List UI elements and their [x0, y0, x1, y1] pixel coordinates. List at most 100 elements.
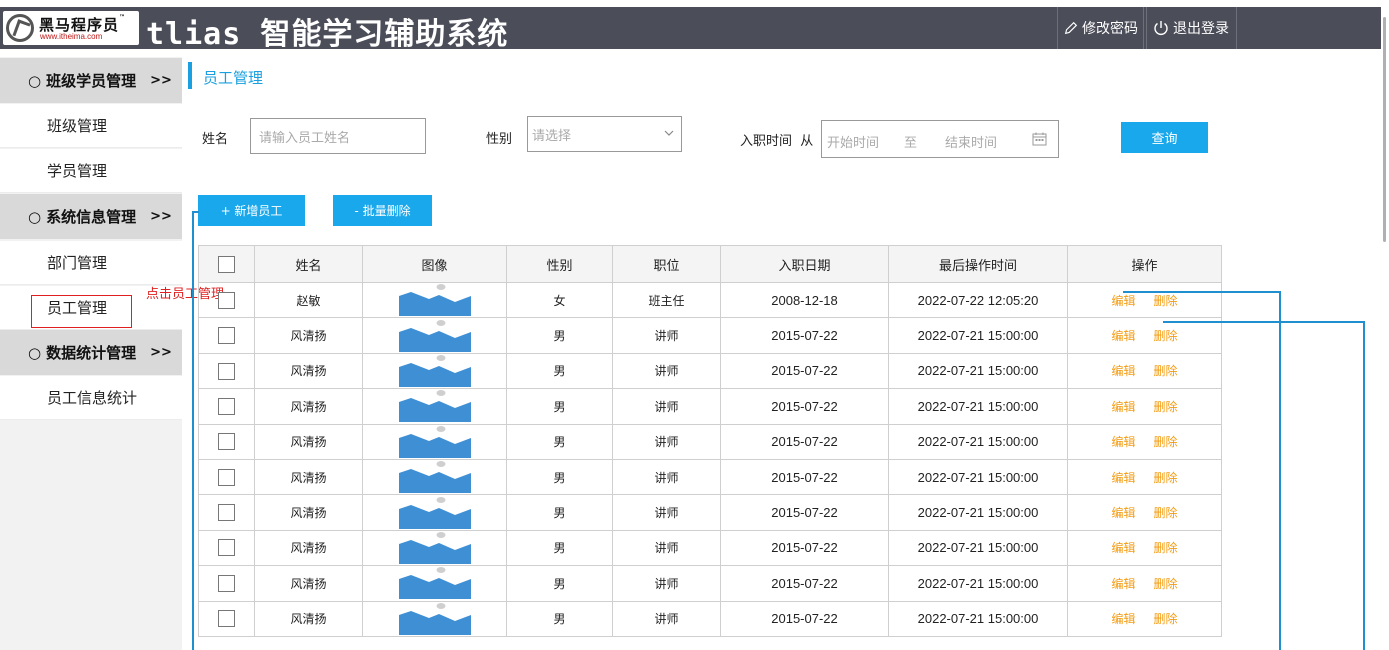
image-placeholder-icon — [398, 531, 471, 564]
delete-link[interactable]: 删除 — [1154, 506, 1178, 520]
select-all-checkbox[interactable] — [218, 255, 235, 273]
connector-line — [1279, 291, 1281, 650]
edit-link[interactable]: 编辑 — [1111, 612, 1135, 626]
connector-line — [192, 211, 199, 213]
image-placeholder-icon — [398, 319, 471, 352]
edit-link[interactable]: 编辑 — [1111, 471, 1135, 485]
query-button[interactable]: 查询 — [1121, 122, 1208, 153]
delete-link[interactable]: 删除 — [1154, 612, 1178, 626]
sidebar-group-statistics[interactable]: ○ 数据统计管理 >> — [0, 330, 182, 375]
breadcrumb-marker — [188, 62, 192, 89]
edit-link[interactable]: 编辑 — [1111, 294, 1135, 308]
edit-link[interactable]: 编辑 — [1111, 506, 1135, 520]
date-separator: 至 — [904, 136, 918, 151]
sidebar-item-class[interactable]: 班级管理 — [0, 104, 182, 148]
change-password-button[interactable]: 修改密码 — [1057, 7, 1144, 49]
cell-image — [362, 388, 507, 425]
sidebar-item-department[interactable]: 部门管理 — [0, 241, 182, 285]
table-row: 风清扬 男讲师 2015-07-22 2022-07-21 15:00:00 编辑 删除 — [198, 458, 1222, 496]
delete-link[interactable]: 删除 — [1154, 400, 1178, 414]
cell-operation: 编辑 删除 — [1067, 565, 1222, 602]
table-row: 风清扬 男讲师 2015-07-22 2022-07-21 15:00:00 编辑 删除 — [198, 423, 1222, 460]
app-title: tlias 智能学习辅助系统 — [146, 17, 509, 52]
table-row: 风清扬 男讲师 2015-07-22 2022-07-21 15:00:00 编辑 删除 — [198, 600, 1222, 637]
column-header-position: 职位 — [612, 245, 721, 283]
sidebar-item-student[interactable]: 学员管理 — [0, 149, 182, 193]
delete-link[interactable]: 删除 — [1154, 577, 1178, 591]
cell-gender: 男 — [506, 565, 613, 602]
row-checkbox[interactable] — [218, 539, 235, 557]
table-row: 风清扬 男讲师 2015-07-22 2022-07-21 15:00:00 编辑 删除 — [198, 388, 1222, 425]
logo-trademark: ™ — [119, 14, 127, 21]
row-checkbox[interactable] — [218, 362, 235, 380]
cell-update-time: 2022-07-21 15:00:00 — [888, 388, 1068, 425]
cell-entry-date: 2008-12-18 — [720, 281, 889, 319]
delete-link[interactable]: 删除 — [1154, 329, 1178, 343]
column-header-entry-date: 入职日期 — [720, 245, 889, 283]
sidebar-item-label: 员工信息统计 — [47, 389, 138, 407]
add-employee-button[interactable]: + 新增员工 — [198, 195, 305, 226]
cell-entry-date: 2015-07-22 — [720, 317, 889, 354]
delete-link[interactable]: 删除 — [1154, 294, 1178, 308]
cell-gender: 女 — [506, 281, 613, 319]
cell-name: 风清扬 — [254, 388, 363, 425]
image-placeholder-icon — [398, 567, 471, 600]
name-input-placeholder: 请输入员工姓名 — [259, 130, 351, 146]
batch-delete-button[interactable]: - 批量删除 — [333, 195, 432, 226]
gender-select-placeholder: 请选择 — [532, 128, 572, 144]
cell-gender: 男 — [506, 352, 613, 390]
date-start-placeholder: 开始时间 — [827, 136, 880, 151]
gender-select[interactable]: 请选择 — [527, 116, 682, 152]
cell-entry-date: 2015-07-22 — [720, 600, 889, 637]
row-checkbox[interactable] — [218, 468, 235, 486]
row-select-cell — [198, 388, 255, 425]
cell-update-time: 2022-07-21 15:00:00 — [888, 494, 1068, 531]
edit-link[interactable]: 编辑 — [1111, 577, 1135, 591]
row-checkbox[interactable] — [218, 291, 235, 309]
image-placeholder-icon — [398, 390, 471, 423]
column-header-name: 姓名 — [254, 245, 363, 283]
sidebar-group-system-info[interactable]: ○ 系统信息管理 >> — [0, 194, 182, 239]
table-row: 风清扬 男讲师 2015-07-22 2022-07-21 15:00:00 编辑 删除 — [198, 352, 1222, 390]
connector-line — [1163, 321, 1365, 323]
cell-position: 讲师 — [612, 388, 721, 425]
cell-position: 讲师 — [612, 494, 721, 531]
cell-operation: 编辑 删除 — [1067, 281, 1222, 319]
row-checkbox[interactable] — [218, 327, 235, 345]
delete-link[interactable]: 删除 — [1154, 541, 1178, 555]
entry-date-label-text: 入职时间 — [740, 134, 793, 149]
delete-link[interactable]: 删除 — [1154, 364, 1178, 378]
cell-position: 讲师 — [612, 423, 721, 460]
cell-operation: 编辑 删除 — [1067, 494, 1222, 531]
page-scrollbar[interactable] — [1383, 17, 1386, 242]
edit-link[interactable]: 编辑 — [1111, 400, 1135, 414]
sidebar-item-employee-stats[interactable]: 员工信息统计 — [0, 376, 182, 420]
name-input[interactable]: 请输入员工姓名 — [250, 118, 426, 154]
edit-link[interactable]: 编辑 — [1111, 329, 1135, 343]
select-all-cell — [198, 245, 255, 283]
cell-gender: 男 — [506, 423, 613, 460]
cell-gender: 男 — [506, 317, 613, 354]
sidebar-group-class-student[interactable]: ○ 班级学员管理 >> — [0, 58, 182, 103]
sidebar-item-label: 员工管理 — [47, 299, 108, 317]
edit-link[interactable]: 编辑 — [1111, 364, 1135, 378]
row-select-cell — [198, 458, 255, 496]
row-select-cell — [198, 494, 255, 531]
row-checkbox[interactable] — [218, 610, 235, 628]
entry-date-range-picker[interactable]: 开始时间 至 结束时间 — [821, 120, 1059, 158]
edit-link[interactable]: 编辑 — [1111, 435, 1135, 449]
cell-name: 风清扬 — [254, 529, 363, 567]
row-checkbox[interactable] — [218, 504, 235, 522]
row-checkbox[interactable] — [218, 574, 235, 592]
edit-link[interactable]: 编辑 — [1111, 541, 1135, 555]
cell-entry-date: 2015-07-22 — [720, 388, 889, 425]
sidebar-group-label: 数据统计管理 — [46, 344, 137, 362]
delete-link[interactable]: 删除 — [1154, 435, 1178, 449]
delete-link[interactable]: 删除 — [1154, 471, 1178, 485]
cell-image — [362, 423, 507, 460]
row-checkbox[interactable] — [218, 433, 235, 451]
logout-button[interactable]: 退出登录 — [1146, 7, 1237, 49]
logo-url: www.itheima.com — [40, 32, 103, 41]
row-checkbox[interactable] — [218, 397, 235, 415]
cell-entry-date: 2015-07-22 — [720, 494, 889, 531]
